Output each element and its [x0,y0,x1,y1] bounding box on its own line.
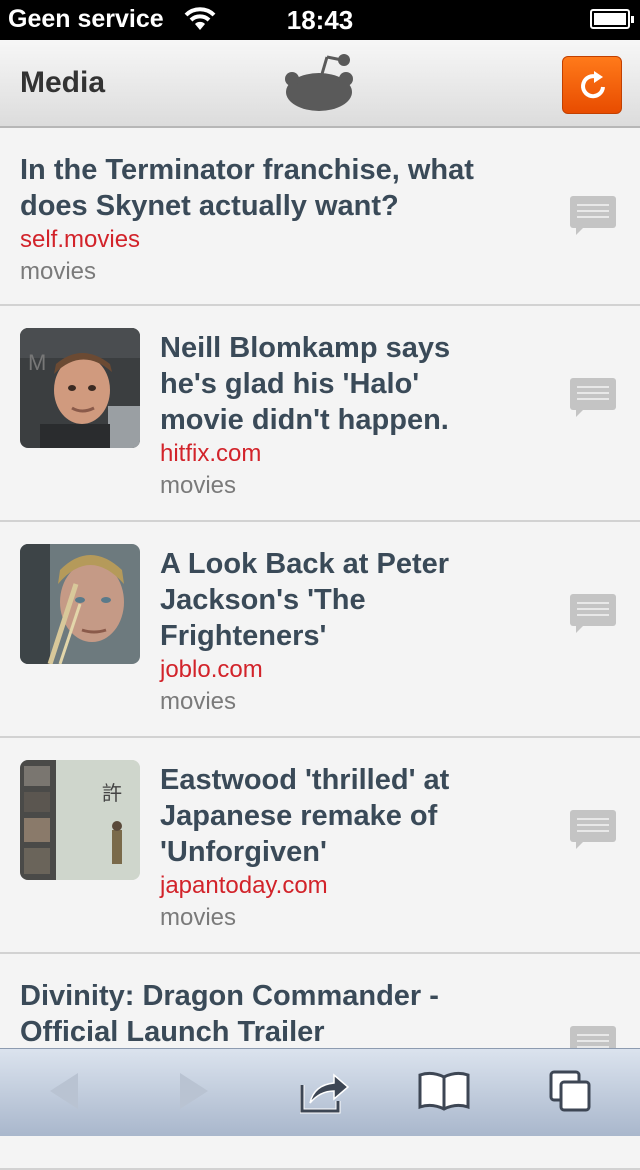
svg-text:M: M [28,350,46,375]
refresh-button[interactable] [562,56,622,114]
post-title[interactable]: In the Terminator franchise, what does S… [20,152,530,224]
comment-icon[interactable] [570,810,616,850]
header-bar: Media [0,40,640,128]
post-thumbnail[interactable] [20,544,140,664]
post-thumbnail[interactable]: M [20,328,140,448]
post-list: In the Terminator franchise, what does S… [0,128,640,1170]
post-subreddit: movies [160,688,237,715]
post-text: Neill Blomkamp says he's glad his 'Halo'… [160,330,530,502]
refresh-icon [581,71,605,99]
comment-icon[interactable] [570,378,616,418]
clock: 18:43 [286,5,354,35]
post-text: Eastwood 'thrilled' at Japanese remake o… [160,762,530,934]
bookmarks-icon[interactable] [418,1069,470,1113]
post-subreddit: movies [160,904,237,931]
post-text: In the Terminator franchise, what does S… [20,152,530,288]
post-domain[interactable]: self.movies [20,224,530,256]
svg-text:許: 許 [102,781,122,805]
page-title: Media [20,66,106,99]
status-bar: Geen service 18:43 [0,0,640,40]
list-item[interactable]: 許 Eastwood 'thrilled' at Japanese remake… [0,738,640,954]
list-item[interactable]: In the Terminator franchise, what does S… [0,128,640,306]
list-item[interactable]: A Look Back at Peter Jackson's 'The Frig… [0,522,640,738]
post-domain[interactable]: japantoday.com [160,870,530,902]
browser-toolbar [0,1048,640,1136]
tabs-icon[interactable] [548,1069,592,1113]
post-title[interactable]: Neill Blomkamp says he's glad his 'Halo'… [160,330,530,438]
battery-icon [590,9,634,29]
post-thumbnail[interactable]: 許 [20,760,140,880]
post-subreddit: movies [160,472,237,499]
post-title[interactable]: Eastwood 'thrilled' at Japanese remake o… [160,762,530,870]
post-domain[interactable]: joblo.com [160,654,530,686]
post-subreddit: movies [20,258,97,285]
back-arrow-icon[interactable] [46,1069,82,1113]
share-icon[interactable] [300,1069,350,1115]
comment-icon[interactable] [570,196,616,236]
post-title[interactable]: A Look Back at Peter Jackson's 'The Frig… [160,546,530,654]
post-title[interactable]: Divinity: Dragon Commander - Official La… [20,978,530,1050]
reddit-alien-icon[interactable] [282,52,358,114]
comment-icon[interactable] [570,594,616,634]
post-text: Divinity: Dragon Commander - Official La… [20,978,530,1050]
forward-arrow-icon[interactable] [176,1069,212,1113]
list-item[interactable]: M Neill Blomkamp says he's glad his 'Hal… [0,306,640,522]
post-text: A Look Back at Peter Jackson's 'The Frig… [160,546,530,718]
post-domain[interactable]: hitfix.com [160,438,530,470]
